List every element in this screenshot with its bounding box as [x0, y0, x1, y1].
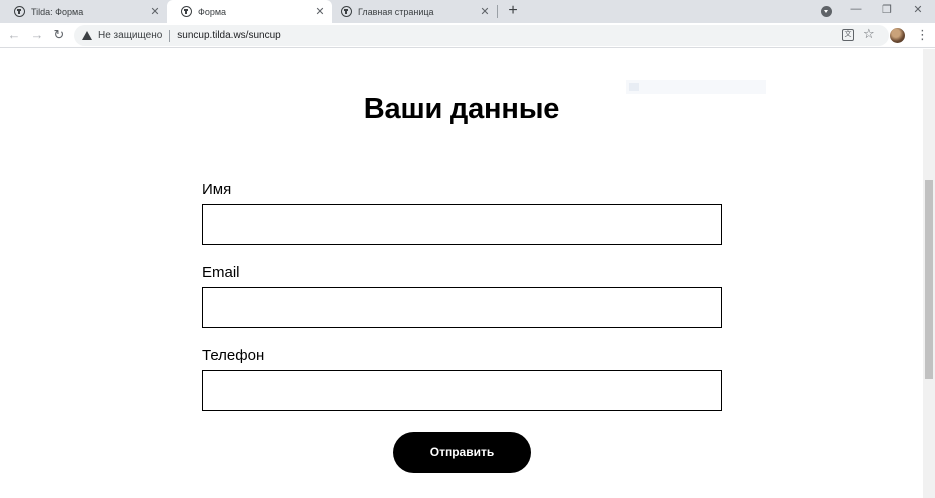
tilda-favicon-icon — [14, 6, 25, 17]
tab-search-dropdown-icon[interactable] — [821, 6, 832, 17]
new-tab-button[interactable]: + — [505, 2, 521, 20]
security-label[interactable]: Не защищено — [98, 30, 162, 41]
tab-strip: Tilda: Форма ✕ Форма ✕ Главная страница … — [0, 0, 935, 23]
tab-title: Главная страница — [358, 6, 434, 17]
minimize-button[interactable]: — — [848, 3, 864, 15]
email-input[interactable] — [202, 287, 722, 328]
phone-input[interactable] — [202, 370, 722, 411]
back-button[interactable]: ← — [6, 27, 22, 43]
name-input[interactable] — [202, 204, 722, 245]
tab-close-icon[interactable]: ✕ — [479, 5, 491, 18]
tilda-favicon-icon — [341, 6, 352, 17]
email-label: Email — [202, 264, 240, 281]
form-title: Ваши данные — [363, 93, 560, 125]
submit-button[interactable]: Отправить — [393, 432, 531, 473]
tab-close-icon[interactable]: ✕ — [149, 5, 161, 18]
profile-avatar[interactable] — [890, 28, 905, 43]
tab-title: Tilda: Форма — [31, 6, 84, 17]
faded-overlay-element — [626, 80, 766, 94]
browser-toolbar: ← → ↻ Не защищено suncup.tilda.ws/suncup… — [0, 23, 935, 48]
address-bar[interactable]: Не защищено suncup.tilda.ws/suncup — [74, 25, 889, 46]
page-viewport: Ваши данные Имя Email Телефон Отправить — [0, 49, 923, 498]
translate-icon[interactable]: 文 — [842, 29, 854, 41]
name-label: Имя — [202, 181, 232, 198]
tab-separator — [497, 5, 498, 18]
forward-button[interactable]: → — [29, 27, 45, 43]
tab-tilda-form[interactable]: Tilda: Форма ✕ — [0, 0, 167, 23]
close-window-button[interactable]: ✕ — [910, 3, 926, 16]
tab-main-page[interactable]: Главная страница ✕ — [332, 0, 497, 23]
page-scrollbar[interactable] — [923, 49, 935, 498]
restore-button[interactable]: ❐ — [879, 3, 895, 16]
scrollbar-thumb[interactable] — [925, 180, 933, 379]
reload-button[interactable]: ↻ — [51, 27, 67, 43]
bookmark-star-icon[interactable]: ☆ — [863, 26, 875, 42]
url-text[interactable]: suncup.tilda.ws/suncup — [177, 30, 280, 41]
omnibox-divider — [169, 29, 171, 42]
tab-forma[interactable]: Форма ✕ — [167, 0, 332, 23]
tilda-favicon-icon — [181, 6, 192, 17]
tab-close-icon[interactable]: ✕ — [314, 5, 326, 18]
tab-title: Форма — [198, 6, 227, 17]
phone-label: Телефон — [202, 347, 265, 364]
browser-menu-icon[interactable]: ⋮ — [916, 27, 929, 43]
warning-icon[interactable] — [82, 31, 92, 40]
